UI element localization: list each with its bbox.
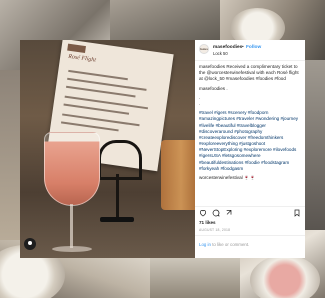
menu-line — [63, 103, 130, 115]
location-link[interactable]: Lock 50 — [213, 51, 228, 57]
plate-image — [250, 255, 320, 298]
caption-closing: worcesterwinefestival 🍷🍷 — [199, 175, 256, 180]
login-prompt: Log in to like or comment. — [195, 235, 305, 259]
background-photo — [305, 60, 325, 230]
post-actions — [195, 206, 305, 219]
share-icon[interactable] — [225, 209, 233, 217]
avatar[interactable]: locus — [199, 44, 209, 54]
login-rest-text: to like or comment. — [210, 242, 250, 247]
tag-user-icon[interactable] — [24, 238, 36, 250]
wine-glass-foot — [52, 246, 92, 252]
caption-signature: masefoodies . — [199, 85, 228, 91]
separator-dot: • — [242, 45, 244, 50]
menu-line — [61, 121, 119, 131]
post-header: locus masefoodies • Follow Lock 50 — [195, 40, 305, 61]
post-date: AUGUST 18, 2018 — [199, 228, 231, 232]
card-holder-stem — [116, 174, 119, 219]
heart-icon[interactable] — [199, 209, 207, 217]
background-photo — [0, 70, 20, 240]
background-photo — [110, 0, 220, 45]
like-count[interactable]: 71 likes — [199, 220, 216, 226]
post-caption: masefoodies Received a complimentary tic… — [199, 64, 301, 204]
menu-brand-logo — [67, 43, 86, 54]
wine-glass — [44, 132, 100, 206]
card-holder-base — [100, 217, 134, 222]
caption-intro: masefoodies Received a complimentary tic… — [199, 64, 299, 82]
menu-title: Rosé Flight — [67, 53, 97, 64]
card-holder — [98, 140, 142, 180]
wine-glass-stem — [70, 204, 73, 248]
post-photo[interactable]: Rosé Flight — [20, 40, 195, 258]
bookmark-icon[interactable] — [293, 209, 301, 217]
caption-hashtags[interactable]: #travel #igers #scenery #foodporn #amazi… — [199, 110, 301, 172]
follow-button[interactable]: Follow — [246, 45, 261, 51]
login-text: Log in to like or comment. — [199, 242, 249, 248]
caption-dots: . . — [199, 94, 201, 106]
login-link[interactable]: Log in — [199, 242, 211, 247]
drink-cup — [161, 140, 195, 210]
comment-icon[interactable] — [212, 209, 220, 217]
post-details-panel: locus masefoodies • Follow Lock 50 masef… — [195, 40, 305, 258]
